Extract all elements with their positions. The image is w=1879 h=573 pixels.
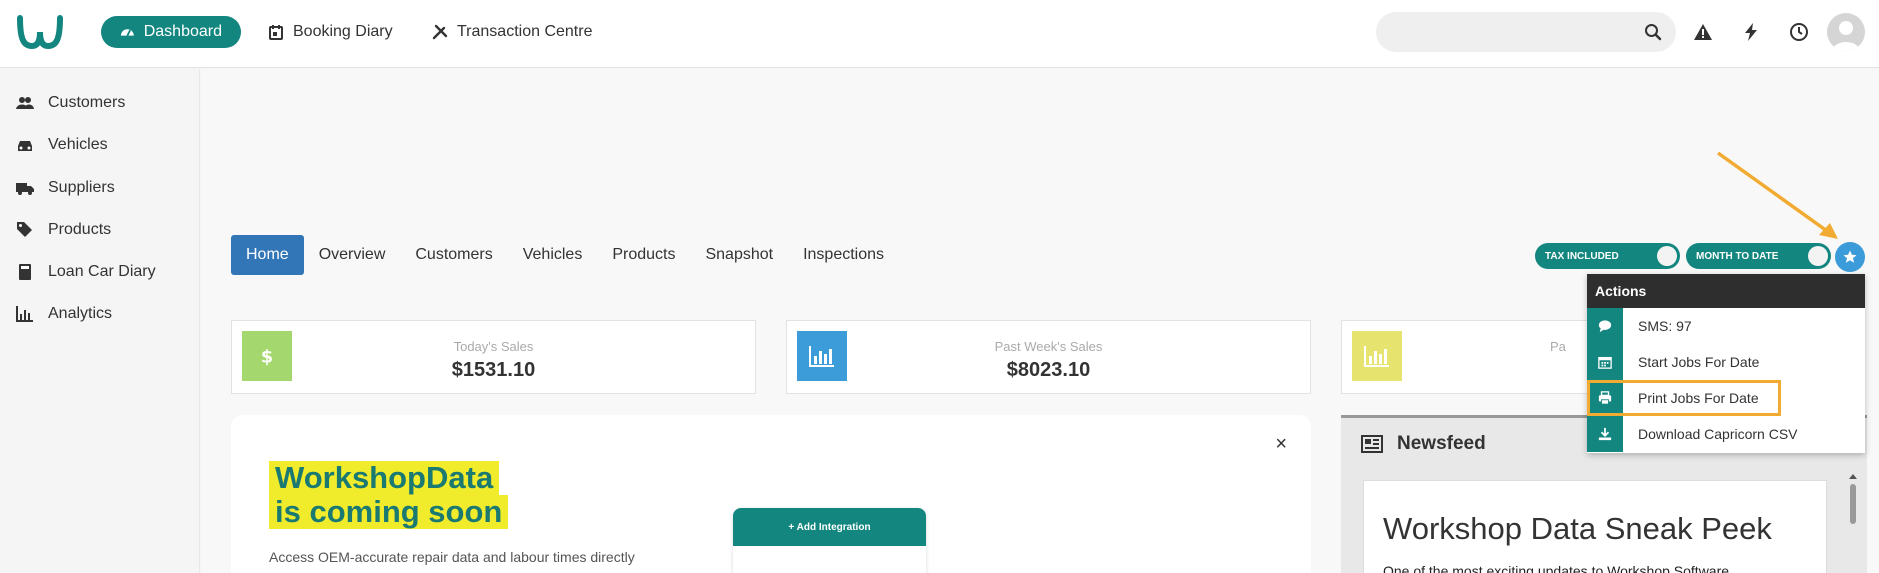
nav-transaction-centre[interactable]: Transaction Centre: [413, 16, 611, 48]
sidebar-item-analytics[interactable]: Analytics: [16, 302, 112, 326]
sidebar-item-loan-car-diary[interactable]: Loan Car Diary: [16, 260, 156, 284]
tab-customers[interactable]: Customers: [400, 235, 507, 275]
tab-snapshot[interactable]: Snapshot: [690, 235, 788, 275]
stat-card-today-sales: $ Today's Sales $1531.10: [231, 320, 756, 394]
month-to-date-toggle[interactable]: MONTH TO DATE: [1686, 243, 1831, 269]
calendar-icon: [269, 25, 283, 40]
stat-label: Today's Sales: [453, 339, 534, 354]
sidebar-item-label: Vehicles: [48, 136, 108, 153]
lightning-icon[interactable]: [1741, 22, 1761, 42]
search-icon[interactable]: [1644, 23, 1662, 41]
truck-icon: [16, 183, 34, 195]
action-print-jobs[interactable]: Print Jobs For Date: [1587, 380, 1781, 416]
nav-dashboard-label: Dashboard: [143, 23, 222, 40]
sidebar-item-label: Analytics: [48, 305, 113, 322]
tax-included-label: TAX INCLUDED: [1545, 250, 1619, 262]
clock-icon[interactable]: [1789, 22, 1809, 42]
sidebar-item-label: Products: [48, 221, 112, 238]
sidebar-item-vehicles[interactable]: Vehicles: [16, 133, 108, 157]
action-start-jobs[interactable]: Start Jobs For Date: [1587, 344, 1865, 380]
tools-icon: [432, 24, 448, 40]
promo-title-line1: WorkshopData: [269, 461, 500, 495]
article-heading: Workshop Data Sneak Peek: [1383, 511, 1772, 546]
actions-star-button[interactable]: [1835, 242, 1865, 272]
close-icon[interactable]: ×: [1275, 433, 1287, 456]
action-label: Print Jobs For Date: [1638, 390, 1759, 406]
user-avatar[interactable]: [1827, 13, 1865, 51]
newspaper-icon: [1361, 435, 1383, 453]
speedometer-icon: [120, 29, 134, 37]
sidebar-item-label: Suppliers: [48, 179, 115, 196]
stat-value: $8023.10: [1006, 359, 1091, 381]
star-icon: [1843, 250, 1857, 263]
stat-card-past-period: Pa: [1341, 320, 1601, 394]
toggle-knob: [1657, 246, 1677, 266]
tax-included-toggle[interactable]: TAX INCLUDED: [1535, 243, 1680, 269]
newsfeed-scrollbar[interactable]: [1847, 472, 1859, 573]
top-navbar: Dashboard Booking Diary Transaction Cent…: [0, 0, 1879, 68]
workshop-logo-icon[interactable]: [14, 12, 66, 52]
actions-dropdown: Actions SMS: 97 Start Jobs For Date Prin…: [1587, 274, 1865, 453]
tab-inspections[interactable]: Inspections: [788, 235, 899, 275]
nav-booking-diary[interactable]: Booking Diary: [249, 16, 412, 48]
tab-products[interactable]: Products: [597, 235, 690, 275]
sidebar-item-label: Customers: [48, 94, 126, 111]
tab-vehicles[interactable]: Vehicles: [508, 235, 598, 275]
stat-card-week-sales: Past Week's Sales $8023.10: [786, 320, 1311, 394]
stat-value: $1531.10: [451, 359, 536, 381]
bar-chart-icon: [16, 306, 33, 322]
action-label: Start Jobs For Date: [1638, 354, 1760, 370]
printer-icon: [1587, 380, 1623, 416]
promo-text: Access OEM-accurate repair data and labo…: [269, 549, 635, 565]
sidebar: Customers Vehicles Suppliers Products Lo…: [0, 69, 200, 573]
car-icon: [18, 141, 32, 151]
dashboard-tabs: Home Overview Customers Vehicles Product…: [231, 235, 899, 275]
action-label: SMS: 97: [1638, 318, 1692, 334]
calendar-icon: [1587, 344, 1623, 380]
download-icon: [1587, 416, 1623, 452]
tab-overview[interactable]: Overview: [304, 235, 401, 275]
workshopdata-promo-card: × WorkshopData is coming soon Access OEM…: [231, 415, 1311, 573]
sidebar-item-products[interactable]: Products: [16, 218, 111, 242]
nav-dashboard[interactable]: Dashboard: [101, 16, 241, 48]
article-summary: One of the most exciting updates to Work…: [1383, 563, 1733, 573]
annotation-arrow-icon: [1716, 151, 1838, 239]
stat-label: Past Week's Sales: [994, 339, 1103, 354]
sidebar-item-suppliers[interactable]: Suppliers: [16, 176, 115, 200]
tags-icon: [17, 222, 32, 237]
users-icon: [16, 97, 34, 109]
bar-chart-icon: [1352, 331, 1402, 381]
toggle-knob: [1808, 246, 1828, 266]
action-download-csv[interactable]: Download Capricorn CSV: [1587, 416, 1865, 452]
action-sms[interactable]: SMS: 97: [1587, 308, 1865, 344]
month-to-date-label: MONTH TO DATE: [1696, 250, 1779, 262]
search-input[interactable]: [1376, 12, 1676, 52]
sidebar-item-label: Loan Car Diary: [48, 263, 156, 280]
warning-icon[interactable]: [1693, 22, 1713, 42]
promo-title-line2: is coming soon: [269, 495, 509, 529]
actions-title: Actions: [1587, 274, 1865, 308]
nav-transaction-centre-label: Transaction Centre: [457, 23, 593, 40]
user-icon: [1832, 21, 1860, 51]
newsfeed-title: Newsfeed: [1397, 433, 1486, 454]
integration-mockup: + Add Integration: [733, 508, 926, 573]
news-article[interactable]: Workshop Data Sneak Peek One of the most…: [1363, 480, 1827, 573]
action-label: Download Capricorn CSV: [1638, 426, 1798, 442]
stat-label: Pa: [1550, 339, 1566, 354]
nav-booking-diary-label: Booking Diary: [293, 23, 393, 40]
sidebar-item-customers[interactable]: Customers: [16, 91, 125, 115]
tab-home[interactable]: Home: [231, 235, 304, 275]
comment-icon: [1587, 308, 1623, 344]
book-icon: [19, 264, 31, 280]
add-integration-button: + Add Integration: [733, 508, 926, 546]
